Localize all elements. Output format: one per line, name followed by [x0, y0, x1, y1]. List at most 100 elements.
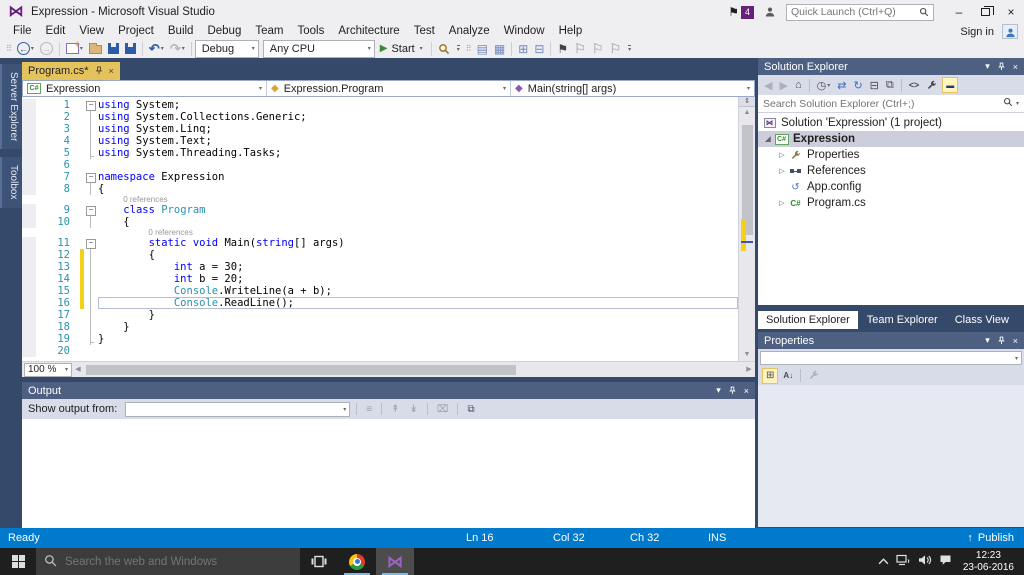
- menu-item-project[interactable]: Project: [111, 24, 161, 39]
- autohide-tab-toolbox[interactable]: Toolbox: [0, 157, 22, 208]
- output-content[interactable]: [22, 419, 755, 528]
- codelens-references[interactable]: 0 references: [22, 228, 738, 237]
- window-position-icon[interactable]: ▾: [716, 385, 721, 396]
- scroll-down-icon[interactable]: ▼: [739, 349, 755, 361]
- menu-item-edit[interactable]: Edit: [39, 24, 73, 39]
- code-text[interactable]: {: [98, 249, 738, 261]
- tree-item-references[interactable]: ▷ References: [758, 163, 1024, 179]
- pending-changes-filter-icon[interactable]: ◷ ▾: [815, 79, 833, 92]
- close-icon[interactable]: ×: [1013, 62, 1018, 72]
- output-source-select[interactable]: ▾: [125, 401, 351, 417]
- breakpoint-margin[interactable]: [22, 237, 36, 249]
- save-all-icon[interactable]: [123, 40, 138, 57]
- code-text[interactable]: class Program: [98, 204, 738, 216]
- taskbar-search-input[interactable]: [65, 555, 292, 568]
- team-explorer-icon[interactable]: ▦: [492, 40, 507, 57]
- quick-launch-input[interactable]: [791, 6, 919, 18]
- solution-explorer-search-box[interactable]: ▾: [758, 95, 1024, 113]
- close-tab-icon[interactable]: ×: [109, 66, 114, 76]
- menu-item-help[interactable]: Help: [552, 24, 590, 39]
- breakpoint-margin[interactable]: [22, 345, 36, 357]
- code-text[interactable]: }: [98, 321, 738, 333]
- breakpoint-margin[interactable]: [22, 204, 36, 216]
- properties-grid[interactable]: [758, 385, 1024, 527]
- window-position-icon[interactable]: ▾: [985, 335, 990, 346]
- document-tab-program-cs[interactable]: Program.cs* ×: [22, 62, 120, 80]
- goto-previous-message-icon[interactable]: ↟: [388, 404, 402, 415]
- breakpoint-margin[interactable]: [22, 111, 36, 123]
- previous-bookmark-icon[interactable]: ⚐: [572, 40, 588, 57]
- output-title-bar[interactable]: Output ▾ ×: [22, 382, 755, 399]
- sign-in-link[interactable]: Sign in: [960, 26, 994, 38]
- outlining-collapse-icon[interactable]: [84, 237, 98, 249]
- outlining-collapse-icon[interactable]: [84, 171, 98, 183]
- find-in-files-icon[interactable]: [436, 40, 452, 57]
- menu-item-window[interactable]: Window: [497, 24, 552, 39]
- breakpoint-margin[interactable]: [22, 285, 36, 297]
- breakpoint-margin[interactable]: [22, 216, 36, 228]
- back-icon[interactable]: ◀: [762, 79, 774, 92]
- code-text[interactable]: {: [98, 183, 738, 195]
- code-text[interactable]: namespace Expression: [98, 171, 738, 183]
- toolbar-overflow-icon[interactable]: ▾: [625, 40, 633, 57]
- volume-icon[interactable]: [918, 554, 932, 569]
- view-code-icon[interactable]: <>: [907, 80, 922, 90]
- toggle-word-wrap-icon[interactable]: ⧉: [464, 404, 477, 415]
- code-text[interactable]: using System.Text;: [98, 135, 738, 147]
- code-text[interactable]: using System.Threading.Tasks;: [98, 147, 738, 159]
- publish-button[interactable]: ↑ Publish: [967, 528, 1014, 548]
- breakpoint-margin[interactable]: [22, 249, 36, 261]
- tree-item-properties[interactable]: ▷ Properties: [758, 147, 1024, 163]
- breakpoint-margin[interactable]: [22, 123, 36, 135]
- minimize-button[interactable]: –: [946, 1, 972, 23]
- tree-item-expression[interactable]: ◢ C# Expression: [758, 131, 1024, 147]
- visual-studio-taskbar-button[interactable]: ⋈: [376, 548, 414, 575]
- toolbar-overflow-icon[interactable]: ▾: [454, 40, 462, 57]
- outlining-collapse-icon[interactable]: [84, 204, 98, 216]
- find-message-icon[interactable]: ≡: [363, 404, 375, 415]
- scroll-right-icon[interactable]: ▶: [743, 362, 755, 378]
- auto-hide-pin-icon[interactable]: [728, 386, 736, 395]
- navigate-forward-icon[interactable]: →: [38, 40, 55, 57]
- redo-icon[interactable]: ↷ ▾: [168, 40, 187, 57]
- tree-expander-icon[interactable]: ▷: [776, 151, 788, 159]
- breakpoint-margin[interactable]: [22, 273, 36, 285]
- code-text[interactable]: int a = 30;: [98, 261, 738, 273]
- save-icon[interactable]: [106, 40, 121, 57]
- breakpoint-margin[interactable]: [22, 309, 36, 321]
- sync-with-active-document-icon[interactable]: ⇄: [835, 79, 848, 92]
- goto-next-message-icon[interactable]: ↡: [407, 404, 421, 415]
- codelens-references[interactable]: 0 references: [22, 195, 738, 204]
- panel-tab-team-explorer[interactable]: Team Explorer: [859, 311, 946, 329]
- autohide-tab-server-explorer[interactable]: Server Explorer: [0, 64, 22, 150]
- properties-window-icon[interactable]: ⊞: [516, 40, 530, 57]
- project-dropdown[interactable]: C# Expression ▾: [23, 81, 267, 96]
- breakpoint-margin[interactable]: [22, 321, 36, 333]
- breakpoint-margin[interactable]: [22, 183, 36, 195]
- breakpoint-margin[interactable]: [22, 333, 36, 345]
- notifications-flag-icon[interactable]: ⚑: [728, 5, 739, 19]
- categorized-icon[interactable]: ⊞: [762, 367, 779, 384]
- panel-tab-solution-explorer[interactable]: Solution Explorer: [758, 311, 858, 329]
- code-text[interactable]: static void Main(string[] args): [98, 237, 738, 249]
- close-icon[interactable]: ×: [1013, 336, 1018, 346]
- scroll-up-icon[interactable]: ▲: [739, 107, 755, 119]
- menu-item-tools[interactable]: Tools: [290, 24, 331, 39]
- toolbox-icon[interactable]: ⊟: [532, 40, 546, 57]
- menu-item-analyze[interactable]: Analyze: [442, 24, 497, 39]
- breakpoint-margin[interactable]: [22, 147, 36, 159]
- home-icon[interactable]: ⌂: [793, 79, 804, 91]
- menu-item-view[interactable]: View: [72, 24, 111, 39]
- restore-button[interactable]: [972, 1, 998, 23]
- code-text[interactable]: {: [98, 216, 738, 228]
- start-debug-button[interactable]: ▶ Start ▾: [375, 40, 428, 57]
- feedback-icon[interactable]: [764, 6, 776, 18]
- menu-item-test[interactable]: Test: [407, 24, 442, 39]
- tree-expander-icon[interactable]: ▷: [776, 199, 788, 207]
- menu-item-file[interactable]: File: [6, 24, 39, 39]
- clear-bookmarks-icon[interactable]: ⚐: [607, 40, 623, 57]
- quick-launch-box[interactable]: [786, 3, 934, 21]
- property-pages-icon[interactable]: [806, 370, 821, 381]
- action-center-icon[interactable]: [939, 554, 952, 569]
- search-options-icon[interactable]: ▾: [1016, 100, 1019, 107]
